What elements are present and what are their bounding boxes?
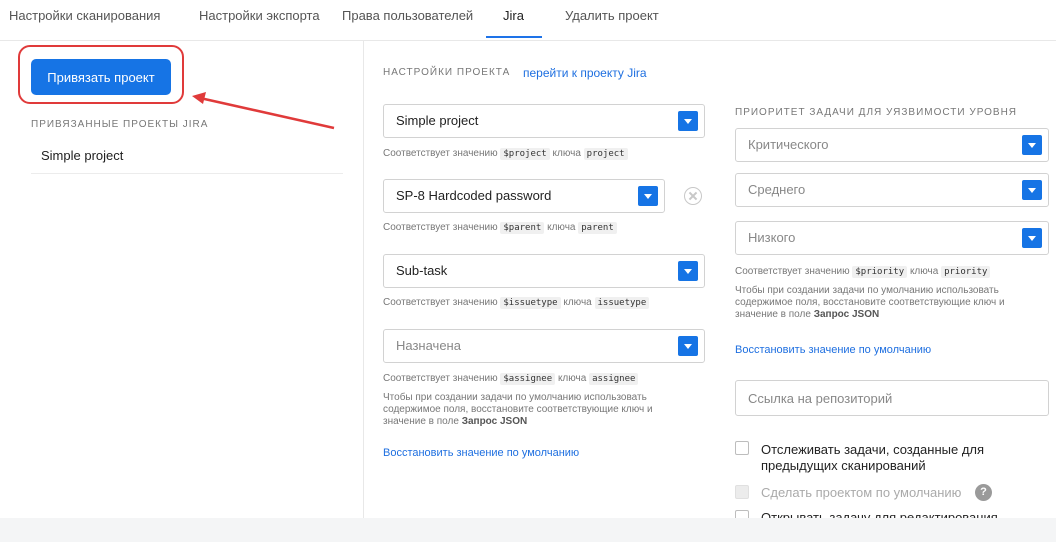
project-select-value: Simple project (396, 113, 479, 128)
priority-note: Чтобы при создании задачи по умолчанию и… (735, 285, 1005, 320)
restore-default-link[interactable]: Восстановить значение по умолчанию (383, 447, 579, 459)
priority-medium-select[interactable]: Среднего (735, 173, 1049, 207)
project-hint: Соответствует значению $project ключа pr… (383, 148, 628, 160)
chevron-down-icon (678, 261, 698, 281)
priority-restore-default-link[interactable]: Восстановить значение по умолчанию (735, 344, 931, 356)
issuetype-select[interactable]: Sub-task (383, 254, 705, 288)
track-tasks-checkbox[interactable] (735, 441, 749, 455)
goto-jira-project-link[interactable]: перейти к проекту Jira (523, 66, 647, 80)
bottom-strip (0, 518, 1056, 542)
chevron-down-icon (678, 111, 698, 131)
repository-url-input[interactable]: Ссылка на репозиторий (735, 380, 1049, 416)
chevron-down-icon (1022, 228, 1042, 248)
project-select[interactable]: Simple project (383, 104, 705, 138)
priority-title: ПРИОРИТЕТ ЗАДАЧИ ДЛЯ УЯЗВИМОСТИ УРОВНЯ (735, 107, 1018, 118)
default-project-checkbox[interactable] (735, 485, 749, 499)
help-icon[interactable]: ? (975, 484, 992, 501)
project-settings-title: НАСТРОЙКИ ПРОЕКТА (383, 67, 511, 78)
default-project-label: Сделать проектом по умолчанию (761, 485, 962, 500)
chevron-down-icon (678, 336, 698, 356)
chevron-down-icon (1022, 135, 1042, 155)
chevron-down-icon (1022, 180, 1042, 200)
priority-low-select[interactable]: Низкого (735, 221, 1049, 255)
assignee-hint: Соответствует значению $assignee ключа a… (383, 373, 639, 385)
chevron-down-icon (638, 186, 658, 206)
issuetype-hint: Соответствует значению $issuetype ключа … (383, 297, 650, 309)
annotation-arrow-icon (192, 92, 335, 130)
assignee-select-placeholder: Назначена (396, 338, 461, 353)
parent-hint: Соответствует значению $parent ключа par… (383, 222, 617, 234)
parent-select-value: SP-8 Hardcoded password (396, 188, 552, 203)
priority-hint: Соответствует значению $priority ключа p… (735, 266, 991, 278)
track-tasks-label: Отслеживать задачи, созданные для предыд… (761, 442, 985, 473)
clear-icon[interactable] (684, 187, 702, 205)
assignee-select[interactable]: Назначена (383, 329, 705, 363)
issuetype-select-value: Sub-task (396, 263, 448, 278)
assignee-note: Чтобы при создании задачи по умолчанию и… (383, 392, 653, 427)
parent-select[interactable]: SP-8 Hardcoded password (383, 179, 665, 213)
priority-critical-select[interactable]: Критического (735, 128, 1049, 162)
